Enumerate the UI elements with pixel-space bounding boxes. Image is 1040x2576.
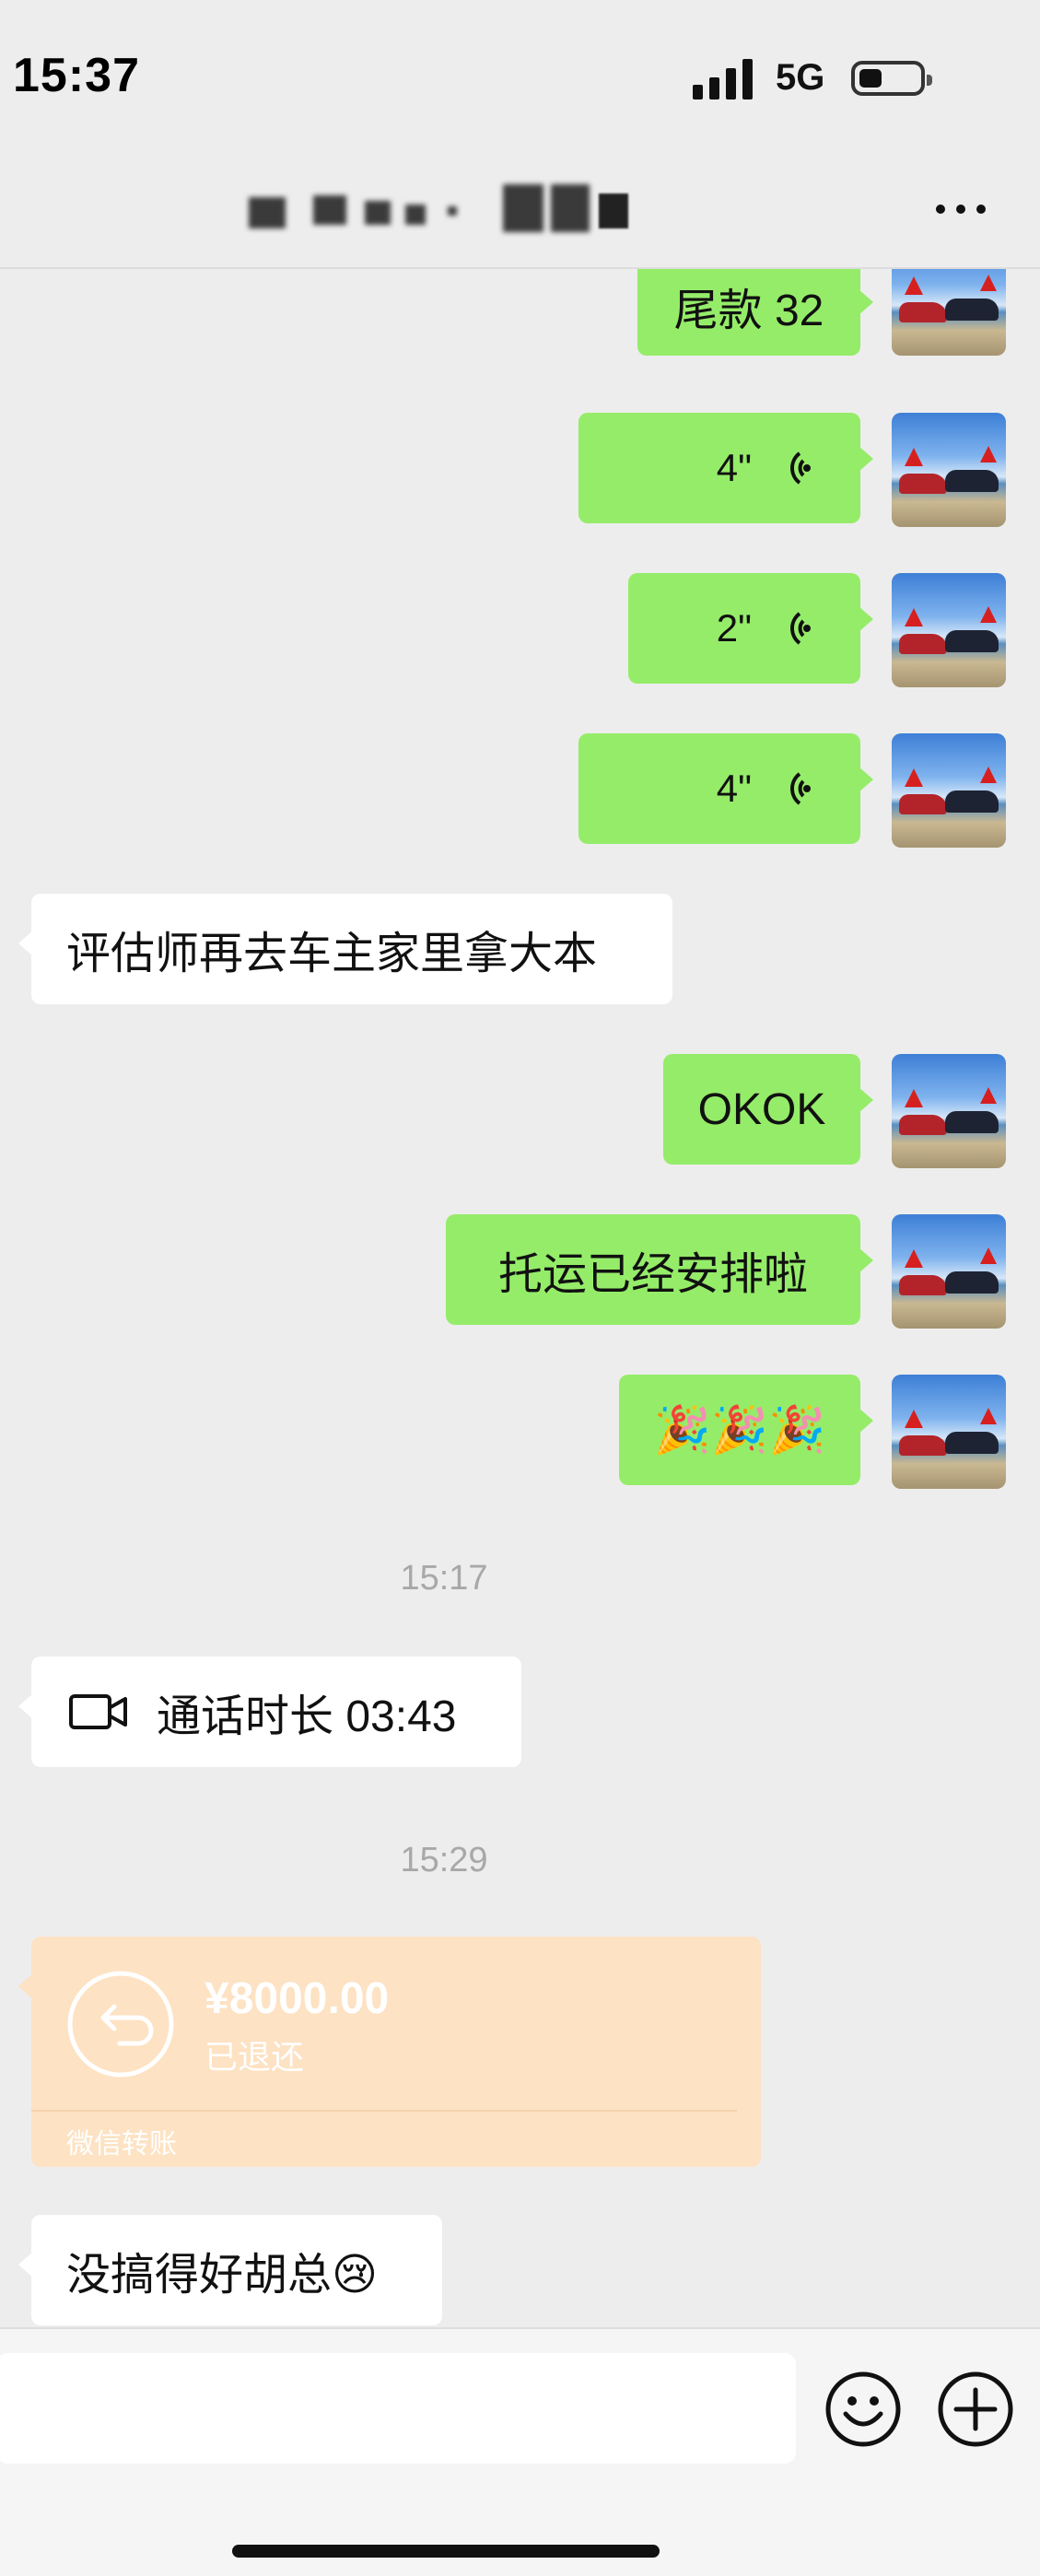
my-avatar[interactable] — [892, 413, 1006, 527]
plus-icon[interactable] — [936, 2370, 1015, 2449]
transfer-card[interactable]: ¥8000.00 已退还 微信转账 — [18, 1937, 761, 2167]
chat-title-obscured — [249, 184, 636, 232]
message-sent[interactable]: 尾款 32 — [637, 269, 873, 356]
timestamp: 15:29 — [400, 1841, 488, 1879]
my-avatar[interactable] — [892, 573, 1006, 687]
voice-duration: 4" — [716, 767, 752, 810]
video-call-icon — [69, 1694, 127, 1729]
transfer-brand: 微信转账 — [66, 2129, 177, 2160]
chat-header — [0, 147, 1040, 269]
status-bar: 15:37 5G — [0, 0, 1040, 147]
message-received[interactable]: 没搞得好胡总😢 — [18, 2215, 442, 2325]
status-time: 15:37 — [13, 49, 140, 102]
message-emoji: 🎉🎉🎉 — [653, 1403, 826, 1456]
my-avatar[interactable] — [892, 1214, 1006, 1329]
my-avatar[interactable] — [892, 1054, 1006, 1168]
network-type: 5G — [776, 57, 825, 98]
message-text: 托运已经安排啦 — [497, 1250, 808, 1299]
message-text: 评估师再去车主家里拿大本 — [66, 930, 598, 978]
transfer-amount: ¥8000.00 — [204, 1974, 390, 2023]
message-text: 尾款 32 — [673, 287, 824, 335]
input-bar — [0, 2327, 1040, 2576]
emoji-icon[interactable] — [824, 2370, 903, 2449]
voice-message[interactable]: 4" — [578, 733, 873, 844]
call-duration-text: 通话时长 03:43 — [157, 1692, 457, 1741]
message-received[interactable]: 评估师再去车主家里拿大本 — [18, 894, 672, 1004]
my-avatar[interactable] — [892, 733, 1006, 848]
transfer-status: 已退还 — [204, 2038, 305, 2076]
voice-wave-icon — [790, 612, 811, 645]
battery-icon — [851, 61, 932, 96]
call-record[interactable]: 通话时长 03:43 — [18, 1657, 521, 1767]
message-sent[interactable]: OKOK — [663, 1054, 873, 1165]
signal-icon — [693, 59, 753, 100]
voice-duration: 4" — [716, 446, 752, 489]
divider — [31, 2110, 737, 2112]
message-sent[interactable]: 托运已经安排啦 — [446, 1214, 873, 1325]
return-icon — [67, 1971, 174, 2078]
message-sent[interactable]: 🎉🎉🎉 — [619, 1375, 873, 1485]
voice-wave-icon — [790, 451, 811, 485]
voice-duration: 2" — [716, 606, 752, 650]
more-icon[interactable] — [934, 195, 989, 223]
my-avatar[interactable] — [892, 1375, 1006, 1489]
timestamp: 15:17 — [400, 1559, 488, 1598]
chat-message-list[interactable]: 尾款 32 4" 2" 4" 评估师再去车主家里拿大本 OKOK 托运已经安排啦… — [0, 269, 1040, 2329]
voice-message[interactable]: 2" — [628, 573, 873, 684]
my-avatar[interactable] — [892, 269, 1006, 356]
message-input[interactable] — [0, 2353, 796, 2464]
home-indicator[interactable] — [232, 2545, 660, 2558]
voice-message[interactable]: 4" — [578, 413, 873, 523]
message-text: 没搞得好胡总😢 — [66, 2251, 379, 2300]
message-text: OKOK — [697, 1084, 826, 1134]
voice-wave-icon — [790, 772, 811, 805]
